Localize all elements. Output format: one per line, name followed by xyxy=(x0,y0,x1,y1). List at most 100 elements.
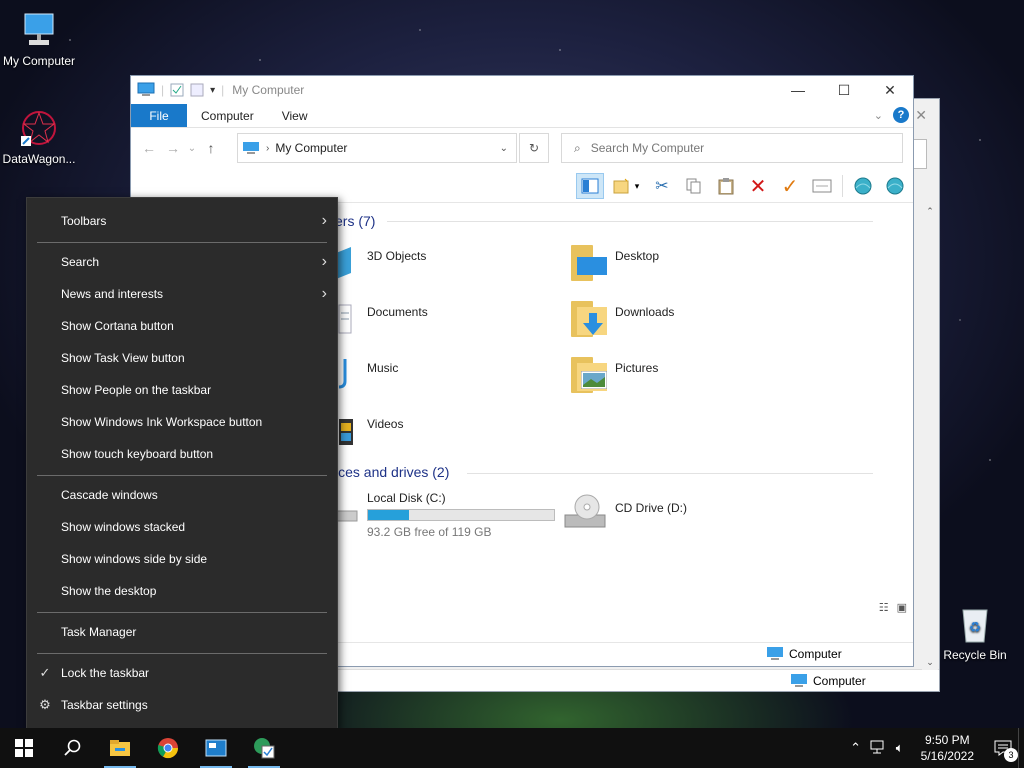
menu-item-show-touch-keyboard[interactable]: Show touch keyboard button xyxy=(27,438,337,470)
notification-center-button[interactable]: 3 xyxy=(988,740,1018,762)
window-title: My Computer xyxy=(232,83,305,97)
title-bar[interactable]: | ▾ | My Computer — ☐ ✕ xyxy=(131,76,913,104)
desktop-icon-datawagon[interactable]: DataWagon... xyxy=(0,108,78,166)
forward-button[interactable]: → xyxy=(161,140,185,156)
copy-button[interactable] xyxy=(680,173,708,199)
menu-item-show-task-view[interactable]: Show Task View button xyxy=(27,342,337,374)
close-button[interactable]: ✕ xyxy=(867,76,913,104)
section-header-folders[interactable]: ers (7) xyxy=(335,213,375,229)
new-folder-icon[interactable] xyxy=(190,83,204,97)
maximize-button[interactable]: ☐ xyxy=(821,76,867,104)
menu-item-task-manager[interactable]: Task Manager xyxy=(27,616,337,648)
start-button[interactable] xyxy=(0,728,48,768)
drive-free-space: 93.2 GB free of 119 GB xyxy=(367,525,492,539)
up-button[interactable]: ↑ xyxy=(199,140,223,156)
back-button[interactable]: ← xyxy=(137,140,161,156)
map-network-drive-button[interactable] xyxy=(849,173,877,199)
separator xyxy=(842,175,843,197)
datawagon-icon xyxy=(19,108,59,148)
folder-label: Documents xyxy=(367,305,428,319)
delete-button[interactable]: ✕ xyxy=(744,173,772,199)
properties-button[interactable] xyxy=(808,173,836,199)
network-icon[interactable] xyxy=(867,740,889,757)
new-item-icon xyxy=(613,178,629,194)
menu-separator xyxy=(37,612,327,613)
help-icon[interactable]: ? xyxy=(893,107,909,123)
chevron-down-icon[interactable]: ⌄ xyxy=(500,143,508,154)
properties-icon[interactable] xyxy=(170,83,184,97)
drive-item-c[interactable]: Local Disk (C:) 93.2 GB free of 119 GB xyxy=(331,489,555,539)
new-item-button[interactable]: ▾ xyxy=(608,173,644,199)
folder-item-music[interactable]: Music xyxy=(331,355,398,393)
drive-item-d[interactable]: CD Drive (D:) xyxy=(563,491,687,531)
menu-item-windows-stacked[interactable]: Show windows stacked xyxy=(27,511,337,543)
delete-x-icon: ✕ xyxy=(749,175,767,198)
minimize-button[interactable]: — xyxy=(775,76,821,104)
desktop-icon-recycle-bin[interactable]: ♻ Recycle Bin xyxy=(936,604,1014,662)
search-button[interactable] xyxy=(48,728,96,768)
chevron-up-icon[interactable]: ⌃ xyxy=(845,740,867,756)
section-header-devices[interactable]: ices and drives (2) xyxy=(335,464,449,480)
preview-pane-button[interactable] xyxy=(576,173,604,199)
menu-item-label: Show Cortana button xyxy=(61,319,174,333)
computer-icon xyxy=(137,82,155,96)
scroll-up-icon[interactable]: ⌃ xyxy=(922,206,938,217)
menu-item-taskbar-settings[interactable]: ⚙ Taskbar settings xyxy=(27,689,337,721)
search-input[interactable]: ⌕ Search My Computer xyxy=(561,133,903,163)
details-view-icon[interactable]: ☷ xyxy=(879,601,889,614)
scrollbar[interactable]: ⌃ ⌄ xyxy=(922,204,938,670)
menu-item-search[interactable]: Search › xyxy=(27,246,337,278)
menu-item-show-ink-workspace[interactable]: Show Windows Ink Workspace button xyxy=(27,406,337,438)
paste-icon xyxy=(718,178,734,195)
cut-button[interactable]: ✂ xyxy=(648,173,676,199)
refresh-button[interactable]: ↻ xyxy=(519,133,549,163)
tab-file[interactable]: File xyxy=(131,104,187,127)
menu-item-news-and-interests[interactable]: News and interests › xyxy=(27,278,337,310)
menu-item-label: Toolbars xyxy=(61,214,107,228)
taskbar-chrome[interactable] xyxy=(144,728,192,768)
menu-item-label: Cascade windows xyxy=(61,488,158,502)
system-tray: ⌃ 🔈︎ 9:50 PM 5/16/2022 3 xyxy=(845,728,1024,768)
address-bar[interactable]: › My Computer ⌄ xyxy=(237,133,517,163)
menu-item-label: Show windows stacked xyxy=(61,520,186,534)
menu-item-label: Task Manager xyxy=(61,625,137,639)
menu-item-show-people[interactable]: Show People on the taskbar xyxy=(27,374,337,406)
desktop-icon-label: DataWagon... xyxy=(2,152,76,166)
menu-item-cascade-windows[interactable]: Cascade windows xyxy=(27,479,337,511)
taskbar-file-explorer[interactable] xyxy=(96,728,144,768)
taskbar-app-window[interactable] xyxy=(192,728,240,768)
folder-item-desktop[interactable]: Desktop xyxy=(569,243,659,281)
address-text: My Computer xyxy=(275,141,348,155)
chevron-right-icon[interactable]: › xyxy=(266,143,269,154)
scroll-down-icon[interactable]: ⌄ xyxy=(922,657,938,668)
expand-ribbon-icon[interactable]: ⌄ xyxy=(874,109,883,122)
folder-item-pictures[interactable]: Pictures xyxy=(569,355,658,393)
show-desktop-button[interactable] xyxy=(1018,728,1024,768)
folder-item-downloads[interactable]: Downloads xyxy=(569,299,674,337)
paste-button[interactable] xyxy=(712,173,740,199)
folder-item-documents[interactable]: Documents xyxy=(331,299,428,337)
taskbar-datawagon[interactable] xyxy=(240,728,288,768)
folder-item-videos[interactable]: Videos xyxy=(331,411,403,449)
menu-item-lock-taskbar[interactable]: ✓ Lock the taskbar xyxy=(27,657,337,689)
clock[interactable]: 9:50 PM 5/16/2022 xyxy=(921,732,974,764)
rename-button[interactable]: ✓ xyxy=(776,173,804,199)
desktop-icon-my-computer[interactable]: My Computer xyxy=(0,10,78,68)
close-icon[interactable]: ✕ xyxy=(915,107,927,124)
ribbon-tabs: File Computer View ⌄ ? xyxy=(131,104,913,128)
recent-locations-icon[interactable]: ⌄ xyxy=(185,143,199,154)
tab-computer[interactable]: Computer xyxy=(187,104,268,127)
menu-item-windows-side-by-side[interactable]: Show windows side by side xyxy=(27,543,337,575)
volume-icon[interactable]: 🔈︎ xyxy=(889,740,911,756)
large-icons-view-icon[interactable]: ▣ xyxy=(897,601,907,614)
folder-item-3d-objects[interactable]: 3D Objects xyxy=(331,243,426,281)
disconnect-network-drive-button[interactable] xyxy=(881,173,909,199)
menu-item-toolbars[interactable]: Toolbars › xyxy=(27,205,337,237)
menu-item-show-desktop[interactable]: Show the desktop xyxy=(27,575,337,607)
section-divider xyxy=(467,473,873,474)
search-icon: ⌕ xyxy=(574,140,581,155)
menu-item-show-cortana[interactable]: Show Cortana button xyxy=(27,310,337,342)
chevron-down-icon[interactable]: ▾ xyxy=(210,85,215,96)
chevron-right-icon: › xyxy=(321,285,327,302)
tab-view[interactable]: View xyxy=(268,104,322,127)
